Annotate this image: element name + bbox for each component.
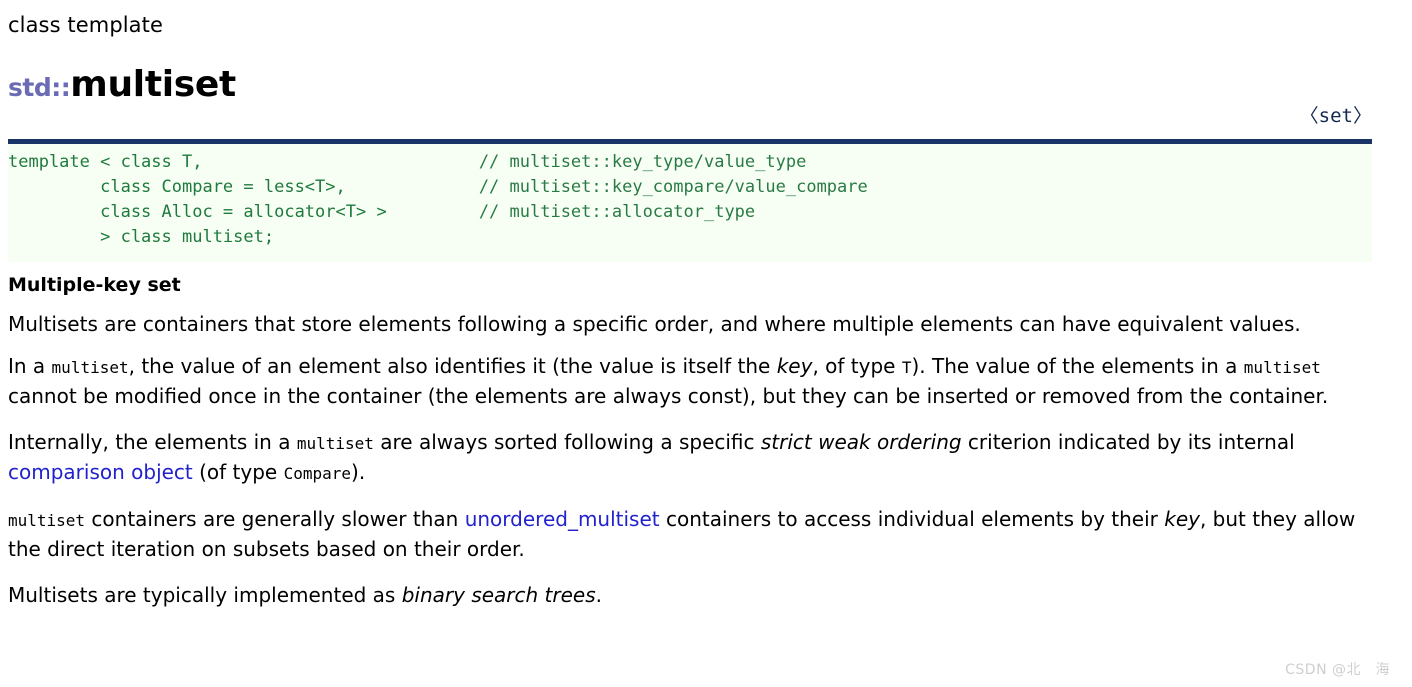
code-line: template < class T, // multiset::key_typ…	[8, 150, 1372, 175]
emphasis-text: binary search trees	[401, 583, 596, 608]
code-line: class Alloc = allocator<T> > // multiset…	[8, 200, 1372, 225]
csdn-watermark: CSDN @北 海	[1285, 662, 1390, 678]
link-comparison-object[interactable]: comparison object	[8, 460, 193, 484]
text-run: containers to access individual elements…	[659, 507, 1165, 532]
code-pre: template < class T, // multiset::key_typ…	[8, 150, 1372, 250]
reference-page: class template std::multiset 〈set〉 templ…	[0, 0, 1412, 687]
inline-code: multiset	[51, 358, 129, 378]
inline-code: multiset	[1243, 358, 1321, 378]
title-row: std::multiset 〈set〉	[8, 40, 1404, 133]
code-line-comment: // multiset::key_type/value_type	[478, 152, 807, 173]
inline-code: multiset	[8, 511, 86, 531]
text-run: containers are generally slower than	[85, 507, 465, 532]
emphasis-text: key	[1164, 507, 1200, 532]
code-line: > class multiset;	[8, 225, 1372, 250]
text-run: , the value of an element also identifie…	[128, 354, 777, 379]
link-unordered-multiset[interactable]: unordered_multiset	[465, 507, 660, 531]
text-run: Multisets are containers that store elem…	[8, 312, 1301, 337]
template-signature-code-block: template < class T, // multiset::key_typ…	[8, 139, 1372, 263]
text-run: are always sorted following a specific	[373, 430, 761, 455]
description-paragraph-5: Multisets are typically implemented as b…	[8, 581, 1376, 610]
text-run: In a	[8, 354, 52, 379]
code-line-comment: // multiset::allocator_type	[478, 202, 756, 223]
text-run: Multisets are typically implemented as	[8, 583, 402, 608]
code-line-text: > class multiset;	[8, 227, 275, 248]
entity-kind-label: class template	[8, 13, 164, 37]
text-run: criterion indicated by its internal	[961, 430, 1295, 455]
description-paragraph-1: Multisets are containers that store elem…	[8, 310, 1376, 339]
title-namespace: std::	[8, 73, 71, 103]
description-paragraph-2: In a multiset, the value of an element a…	[8, 352, 1376, 411]
text-run: cannot be modified once in the container…	[8, 384, 1329, 409]
code-line-comment: // multiset::key_compare/value_compare	[478, 177, 868, 198]
inline-code: Compare	[283, 464, 352, 484]
text-run: (of type	[192, 460, 284, 485]
text-run: ).	[351, 460, 366, 485]
text-run: .	[595, 583, 603, 608]
section-title: Multiple-key set	[8, 274, 181, 297]
emphasis-text: key	[776, 354, 813, 379]
text-run: Internally, the elements in a	[8, 430, 297, 455]
description-paragraph-4: multiset containers are generally slower…	[8, 505, 1376, 564]
code-line-text: class Alloc = allocator<T> >	[8, 202, 479, 223]
text-run: , of type	[812, 354, 902, 379]
code-line: class Compare = less<T>, // multiset::ke…	[8, 175, 1372, 200]
description-paragraph-3: Internally, the elements in a multiset a…	[8, 428, 1376, 488]
title-name: multiset	[70, 64, 236, 106]
code-line-text: class Compare = less<T>,	[8, 177, 479, 198]
emphasis-text: strict weak ordering	[760, 430, 962, 455]
text-run: ). The value of the elements in a	[911, 354, 1244, 379]
inline-code: multiset	[296, 434, 374, 454]
page-title: std::multiset	[8, 64, 236, 109]
code-line-text: template < class T,	[8, 152, 479, 173]
page-header: class template std::multiset 〈set〉	[8, 0, 1404, 133]
include-header-link[interactable]: 〈set〉	[1300, 105, 1404, 133]
